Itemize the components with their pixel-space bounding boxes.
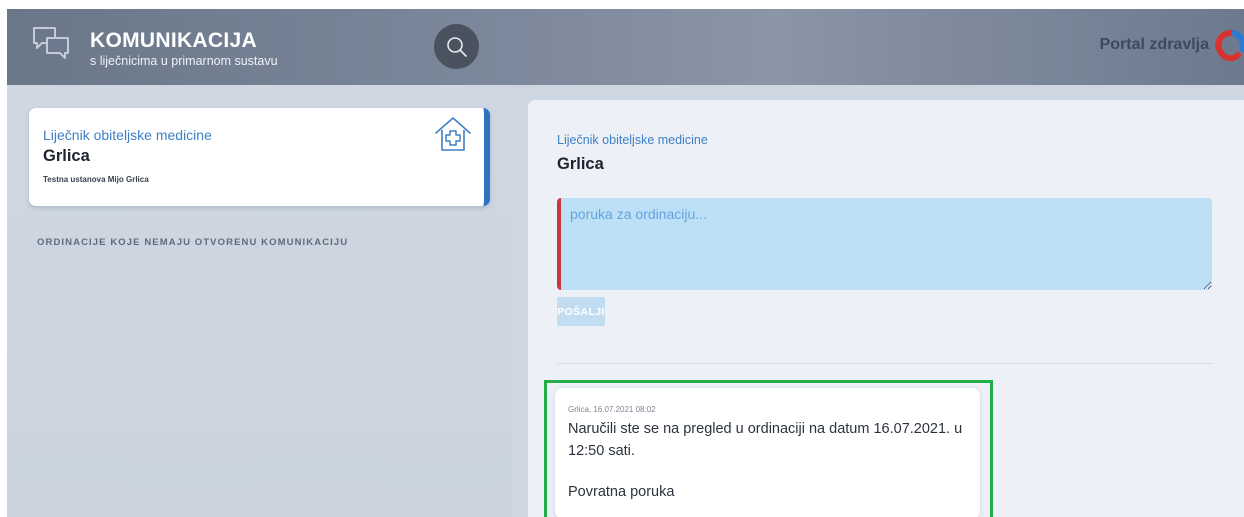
conversation-doctor-name: Grlica: [557, 155, 604, 173]
doctor-type-label: Liječnik obiteljske medicine: [43, 127, 212, 143]
doctor-card-active[interactable]: Liječnik obiteljske medicine Grlica Test…: [29, 108, 490, 206]
doctor-list-panel: Liječnik obiteljske medicine Grlica Test…: [7, 85, 512, 517]
message-input[interactable]: [557, 198, 1212, 290]
conversation-doctor-type: Liječnik obiteljske medicine: [557, 133, 708, 147]
institution-name: Testna ustanova Mijo Grlica: [43, 175, 149, 184]
medical-house-icon: [435, 117, 471, 151]
chat-bubbles-icon: [33, 27, 69, 59]
portal-zdravlja-logo[interactable]: [1210, 29, 1244, 65]
send-button[interactable]: POŠALJI: [557, 297, 605, 326]
portal-zdravlja-label[interactable]: Portal zdravlja: [1100, 36, 1209, 54]
app-window: KOMUNIKACIJA s liječnicima u primarnom s…: [7, 9, 1244, 517]
section-title-closed-offices: ORDINACIJE KOJE NEMAJU OTVORENU KOMUNIKA…: [37, 237, 349, 248]
conversation-panel: Liječnik obiteljske medicine Grlica POŠA…: [528, 100, 1244, 517]
search-icon: [446, 36, 467, 57]
highlight-frame: Grlica, 16.07.2021 08:02 Naručili ste se…: [544, 380, 993, 517]
divider: [557, 363, 1212, 364]
message-text: Naručili ste se na pregled u ordinaciji …: [568, 421, 963, 459]
message-reply: Povratna poruka: [568, 484, 675, 500]
app-header: KOMUNIKACIJA s liječnicima u primarnom s…: [7, 9, 1244, 85]
app-title: KOMUNIKACIJA: [90, 29, 257, 52]
message-card: Grlica, 16.07.2021 08:02 Naručili ste se…: [555, 388, 980, 517]
search-button[interactable]: [434, 24, 479, 69]
doctor-name: Grlica: [43, 147, 90, 165]
app-subtitle: s liječnicima u primarnom sustavu: [90, 54, 278, 68]
message-meta: Grlica, 16.07.2021 08:02: [568, 405, 656, 414]
